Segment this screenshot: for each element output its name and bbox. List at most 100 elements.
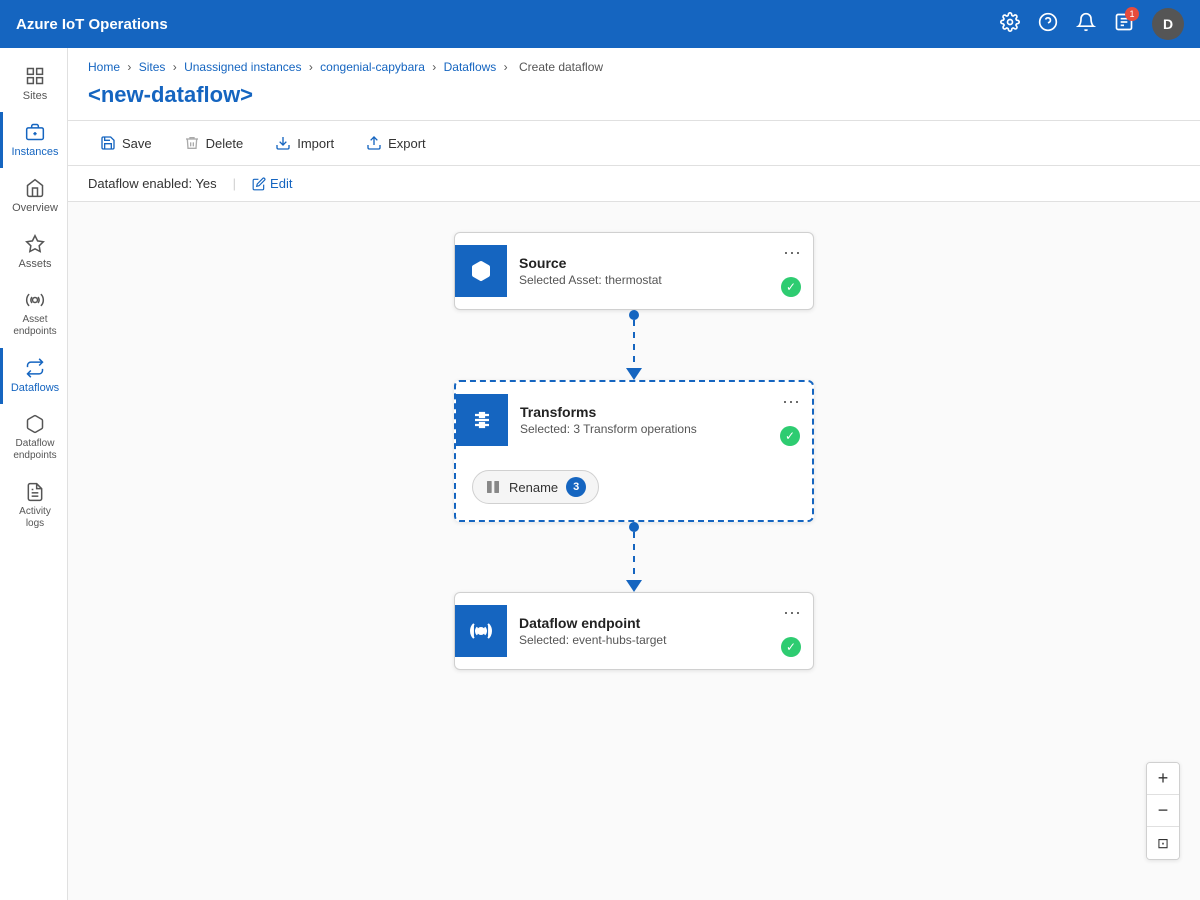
transform-icon bbox=[470, 408, 494, 432]
import-icon bbox=[275, 135, 291, 151]
delete-button[interactable]: Delete bbox=[172, 129, 256, 157]
canvas: Source Selected Asset: thermostat ··· ✓ bbox=[68, 202, 1200, 900]
layout: Sites Instances Overview Assets bbox=[0, 48, 1200, 900]
transforms-inner: Rename 3 bbox=[456, 458, 812, 520]
import-button[interactable]: Import bbox=[263, 129, 346, 157]
top-nav: Azure IoT Operations 1 D bbox=[0, 0, 1200, 48]
endpoint-icon bbox=[469, 619, 493, 643]
connector-2 bbox=[626, 522, 642, 592]
avatar[interactable]: D bbox=[1152, 8, 1184, 40]
sidebar-item-sites[interactable]: Sites bbox=[0, 56, 67, 112]
zoom-controls: + − ⊡ bbox=[1146, 762, 1180, 860]
app-title: Azure IoT Operations bbox=[16, 16, 1000, 33]
transforms-check: ✓ bbox=[780, 426, 800, 446]
source-node[interactable]: Source Selected Asset: thermostat ··· ✓ bbox=[454, 232, 814, 310]
nav-icons: 1 D bbox=[1000, 8, 1184, 40]
cube-icon bbox=[469, 259, 493, 283]
endpoint-menu[interactable]: ··· bbox=[783, 603, 801, 621]
sidebar-item-instances[interactable]: Instances bbox=[0, 112, 67, 168]
sidebar-label-asset-endpoints: Asset endpoints bbox=[9, 314, 61, 338]
page-title: <new-dataflow> bbox=[68, 78, 1200, 120]
transforms-menu[interactable]: ··· bbox=[782, 392, 800, 410]
breadcrumb: Home › Sites › Unassigned instances › co… bbox=[68, 48, 1200, 78]
breadcrumb-instance[interactable]: congenial-capybara bbox=[320, 60, 425, 74]
connector-dot-1 bbox=[629, 310, 639, 320]
sidebar-label-dataflow-endpoints: Dataflow endpoints bbox=[9, 438, 61, 462]
help-icon[interactable] bbox=[1038, 12, 1058, 37]
edit-icon bbox=[252, 177, 266, 191]
breadcrumb-home[interactable]: Home bbox=[88, 60, 120, 74]
source-subtitle: Selected Asset: thermostat bbox=[519, 273, 801, 287]
source-info: Source Selected Asset: thermostat bbox=[519, 255, 801, 287]
toolbar: Save Delete Import Export bbox=[68, 120, 1200, 166]
zoom-fit-button[interactable]: ⊡ bbox=[1147, 827, 1179, 859]
zoom-out-button[interactable]: − bbox=[1147, 795, 1179, 827]
delete-label: Delete bbox=[206, 136, 244, 151]
sidebar-item-dataflows[interactable]: Dataflows bbox=[0, 348, 67, 404]
main-content: Home › Sites › Unassigned instances › co… bbox=[68, 48, 1200, 900]
save-icon bbox=[100, 135, 116, 151]
endpoint-info: Dataflow endpoint Selected: event-hubs-t… bbox=[519, 615, 801, 647]
sidebar-label-sites: Sites bbox=[23, 90, 47, 102]
transforms-node[interactable]: Transforms Selected: 3 Transform operati… bbox=[454, 380, 814, 522]
breadcrumb-unassigned[interactable]: Unassigned instances bbox=[184, 60, 301, 74]
export-button[interactable]: Export bbox=[354, 129, 438, 157]
connector-dot-2 bbox=[629, 522, 639, 532]
endpoint-node[interactable]: Dataflow endpoint Selected: event-hubs-t… bbox=[454, 592, 814, 670]
connector-line-2 bbox=[633, 532, 635, 580]
transforms-node-header: Transforms Selected: 3 Transform operati… bbox=[456, 382, 812, 458]
bell-icon[interactable] bbox=[1076, 12, 1096, 37]
delete-icon bbox=[184, 135, 200, 151]
save-label: Save bbox=[122, 136, 152, 151]
export-icon bbox=[366, 135, 382, 151]
edit-label: Edit bbox=[270, 176, 292, 191]
sidebar-item-dataflow-endpoints[interactable]: Dataflow endpoints bbox=[0, 404, 67, 472]
notification-icon[interactable]: 1 bbox=[1114, 12, 1134, 37]
sidebar-item-overview[interactable]: Overview bbox=[0, 168, 67, 224]
dataflow-status: Dataflow enabled: Yes bbox=[88, 176, 217, 191]
transforms-icon-box bbox=[456, 394, 508, 446]
endpoint-check: ✓ bbox=[781, 637, 801, 657]
dataflow-diagram: Source Selected Asset: thermostat ··· ✓ bbox=[454, 232, 814, 670]
save-button[interactable]: Save bbox=[88, 129, 164, 157]
sidebar-label-assets: Assets bbox=[18, 258, 51, 270]
connector-line-1 bbox=[633, 320, 635, 368]
connector-arrow-2 bbox=[626, 580, 642, 592]
export-label: Export bbox=[388, 136, 426, 151]
endpoint-title: Dataflow endpoint bbox=[519, 615, 801, 631]
source-menu[interactable]: ··· bbox=[783, 243, 801, 261]
endpoint-node-header: Dataflow endpoint Selected: event-hubs-t… bbox=[455, 593, 813, 669]
source-title: Source bbox=[519, 255, 801, 271]
settings-icon[interactable] bbox=[1000, 12, 1020, 37]
source-icon-box bbox=[455, 245, 507, 297]
notif-badge: 1 bbox=[1125, 7, 1139, 21]
rename-icon bbox=[485, 479, 501, 495]
transforms-title: Transforms bbox=[520, 404, 800, 420]
rename-badge: 3 bbox=[566, 477, 586, 497]
transforms-info: Transforms Selected: 3 Transform operati… bbox=[520, 404, 800, 436]
source-node-header: Source Selected Asset: thermostat ··· ✓ bbox=[455, 233, 813, 309]
sidebar-label-overview: Overview bbox=[12, 202, 58, 214]
sidebar-label-activity-logs: Activity logs bbox=[9, 506, 61, 530]
endpoint-subtitle: Selected: event-hubs-target bbox=[519, 633, 801, 647]
import-label: Import bbox=[297, 136, 334, 151]
sidebar-label-dataflows: Dataflows bbox=[11, 382, 59, 394]
edit-button[interactable]: Edit bbox=[252, 176, 292, 191]
rename-chip[interactable]: Rename 3 bbox=[472, 470, 599, 504]
source-check: ✓ bbox=[781, 277, 801, 297]
connector-arrow-1 bbox=[626, 368, 642, 380]
endpoint-icon-box bbox=[455, 605, 507, 657]
transforms-subtitle: Selected: 3 Transform operations bbox=[520, 422, 800, 436]
status-bar: Dataflow enabled: Yes | Edit bbox=[68, 166, 1200, 202]
rename-label: Rename bbox=[509, 480, 558, 495]
sidebar-label-instances: Instances bbox=[11, 146, 58, 158]
breadcrumb-sites[interactable]: Sites bbox=[139, 60, 166, 74]
sidebar-item-activity-logs[interactable]: Activity logs bbox=[0, 472, 67, 540]
sidebar: Sites Instances Overview Assets bbox=[0, 48, 68, 900]
breadcrumb-current: Create dataflow bbox=[519, 60, 603, 74]
sidebar-item-assets[interactable]: Assets bbox=[0, 224, 67, 280]
breadcrumb-dataflows[interactable]: Dataflows bbox=[444, 60, 497, 74]
zoom-in-button[interactable]: + bbox=[1147, 763, 1179, 795]
sidebar-item-asset-endpoints[interactable]: Asset endpoints bbox=[0, 280, 67, 348]
connector-1 bbox=[626, 310, 642, 380]
